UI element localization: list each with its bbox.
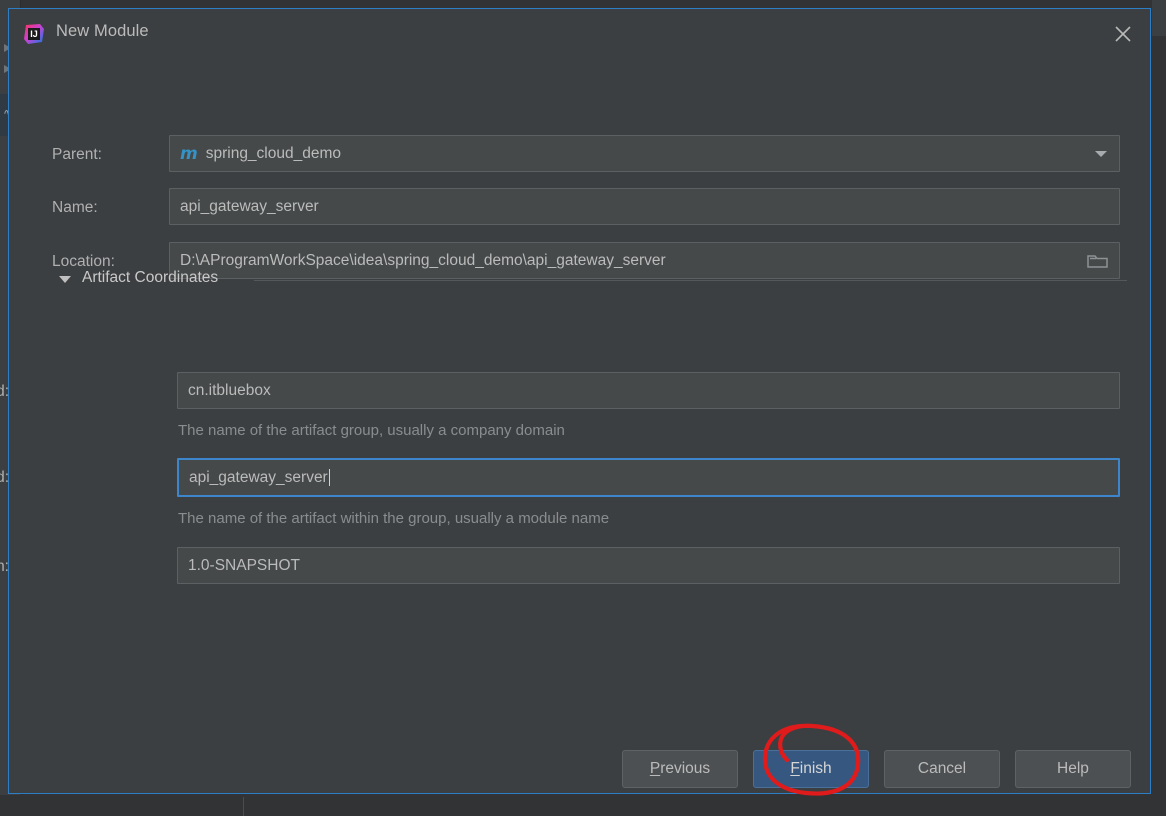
version-input[interactable]: 1.0-SNAPSHOT xyxy=(177,547,1120,584)
group-id-hint: The name of the artifact group, usually … xyxy=(178,422,565,439)
previous-button[interactable]: Previous xyxy=(622,750,738,788)
version-label: Version: xyxy=(0,558,9,575)
help-button[interactable]: Help xyxy=(1015,750,1131,788)
artifact-coordinates-section-header[interactable]: Artifact Coordinates xyxy=(52,269,1127,291)
finish-button-label-rest: inish xyxy=(799,760,832,777)
text-caret xyxy=(328,469,330,486)
dialog-title: New Module xyxy=(56,22,149,40)
dialog-button-bar: Previous Finish Cancel Help xyxy=(9,750,1152,788)
artifact-id-input[interactable]: api_gateway_server xyxy=(177,458,1120,497)
group-id-value: cn.itbluebox xyxy=(188,381,271,399)
finish-button[interactable]: Finish xyxy=(753,750,869,788)
location-value: D:\AProgramWorkSpace\idea\spring_cloud_d… xyxy=(180,251,666,269)
chevron-down-icon[interactable] xyxy=(1095,150,1107,157)
folder-icon[interactable] xyxy=(1087,252,1109,270)
group-id-input[interactable]: cn.itbluebox xyxy=(177,372,1120,409)
group-id-label: GroupId: xyxy=(0,383,9,400)
parent-value: spring_cloud_demo xyxy=(205,144,342,162)
name-input[interactable]: api_gateway_server xyxy=(169,188,1120,225)
svg-text:IJ: IJ xyxy=(30,29,38,39)
section-divider xyxy=(254,280,1127,281)
close-icon[interactable] xyxy=(1112,23,1134,45)
finish-mnemonic: F xyxy=(790,760,800,777)
ide-bottom-panel xyxy=(0,795,1166,816)
artifact-id-hint: The name of the artifact within the grou… xyxy=(178,510,610,527)
artifact-coordinates-title: Artifact Coordinates xyxy=(82,269,219,286)
parent-label: Parent: xyxy=(52,146,102,163)
ide-right-strip xyxy=(1152,0,1166,795)
dialog-titlebar: IJ New Module xyxy=(9,9,1150,57)
new-module-dialog: IJ New Module Parent: m spring_cloud_dem… xyxy=(0,8,1152,794)
cancel-button[interactable]: Cancel xyxy=(884,750,1000,788)
name-value: api_gateway_server xyxy=(180,197,319,215)
intellij-idea-icon: IJ xyxy=(23,23,45,45)
name-label: Name: xyxy=(52,199,98,216)
ide-bottom-divider xyxy=(243,797,244,816)
triangle-down-icon[interactable] xyxy=(59,276,71,283)
previous-mnemonic: P xyxy=(649,760,661,777)
parent-dropdown[interactable]: m spring_cloud_demo xyxy=(169,135,1120,172)
previous-button-label-rest: revious xyxy=(660,760,711,777)
version-value: 1.0-SNAPSHOT xyxy=(188,556,300,574)
artifact-id-label: ArtifactId: xyxy=(0,469,9,486)
artifact-id-value: api_gateway_server xyxy=(189,468,328,486)
screen: ∿ IJ xyxy=(0,0,1166,816)
ide-right-block xyxy=(1152,0,1166,36)
maven-module-icon: m xyxy=(180,143,198,164)
